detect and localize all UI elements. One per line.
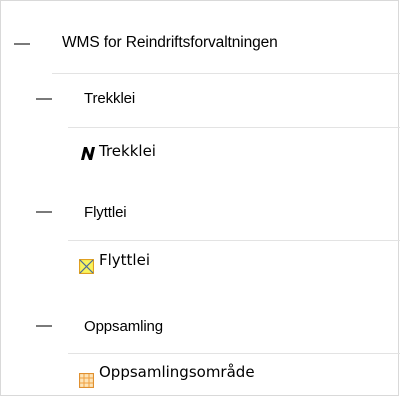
collapse-root-icon[interactable]	[14, 37, 30, 51]
divider	[68, 353, 400, 354]
flyttlei-symbol-icon	[79, 259, 94, 274]
divider	[52, 73, 400, 74]
oppsamlingsomrade-symbol-icon	[79, 373, 94, 388]
trekklei-symbol-icon	[81, 147, 95, 160]
root-layer-label[interactable]: WMS for Reindriftsforvaltningen	[62, 34, 278, 52]
divider	[68, 127, 400, 128]
group-label-oppsamling[interactable]: Oppsamling	[84, 318, 163, 335]
legend-label-oppsamlingsomrade: Oppsamlingsområde	[99, 363, 255, 381]
divider	[68, 240, 400, 241]
collapse-oppsamling-icon[interactable]	[36, 319, 52, 333]
group-label-flyttlei[interactable]: Flyttlei	[84, 204, 127, 221]
collapse-flyttlei-icon[interactable]	[36, 205, 52, 219]
collapse-trekklei-icon[interactable]	[36, 92, 52, 106]
legend-label-trekklei: Trekklei	[99, 142, 156, 160]
group-label-trekklei[interactable]: Trekklei	[84, 90, 135, 107]
legend-label-flyttlei: Flyttlei	[99, 251, 150, 269]
layer-tree-panel: WMS for Reindriftsforvaltningen Trekklei…	[0, 0, 400, 396]
